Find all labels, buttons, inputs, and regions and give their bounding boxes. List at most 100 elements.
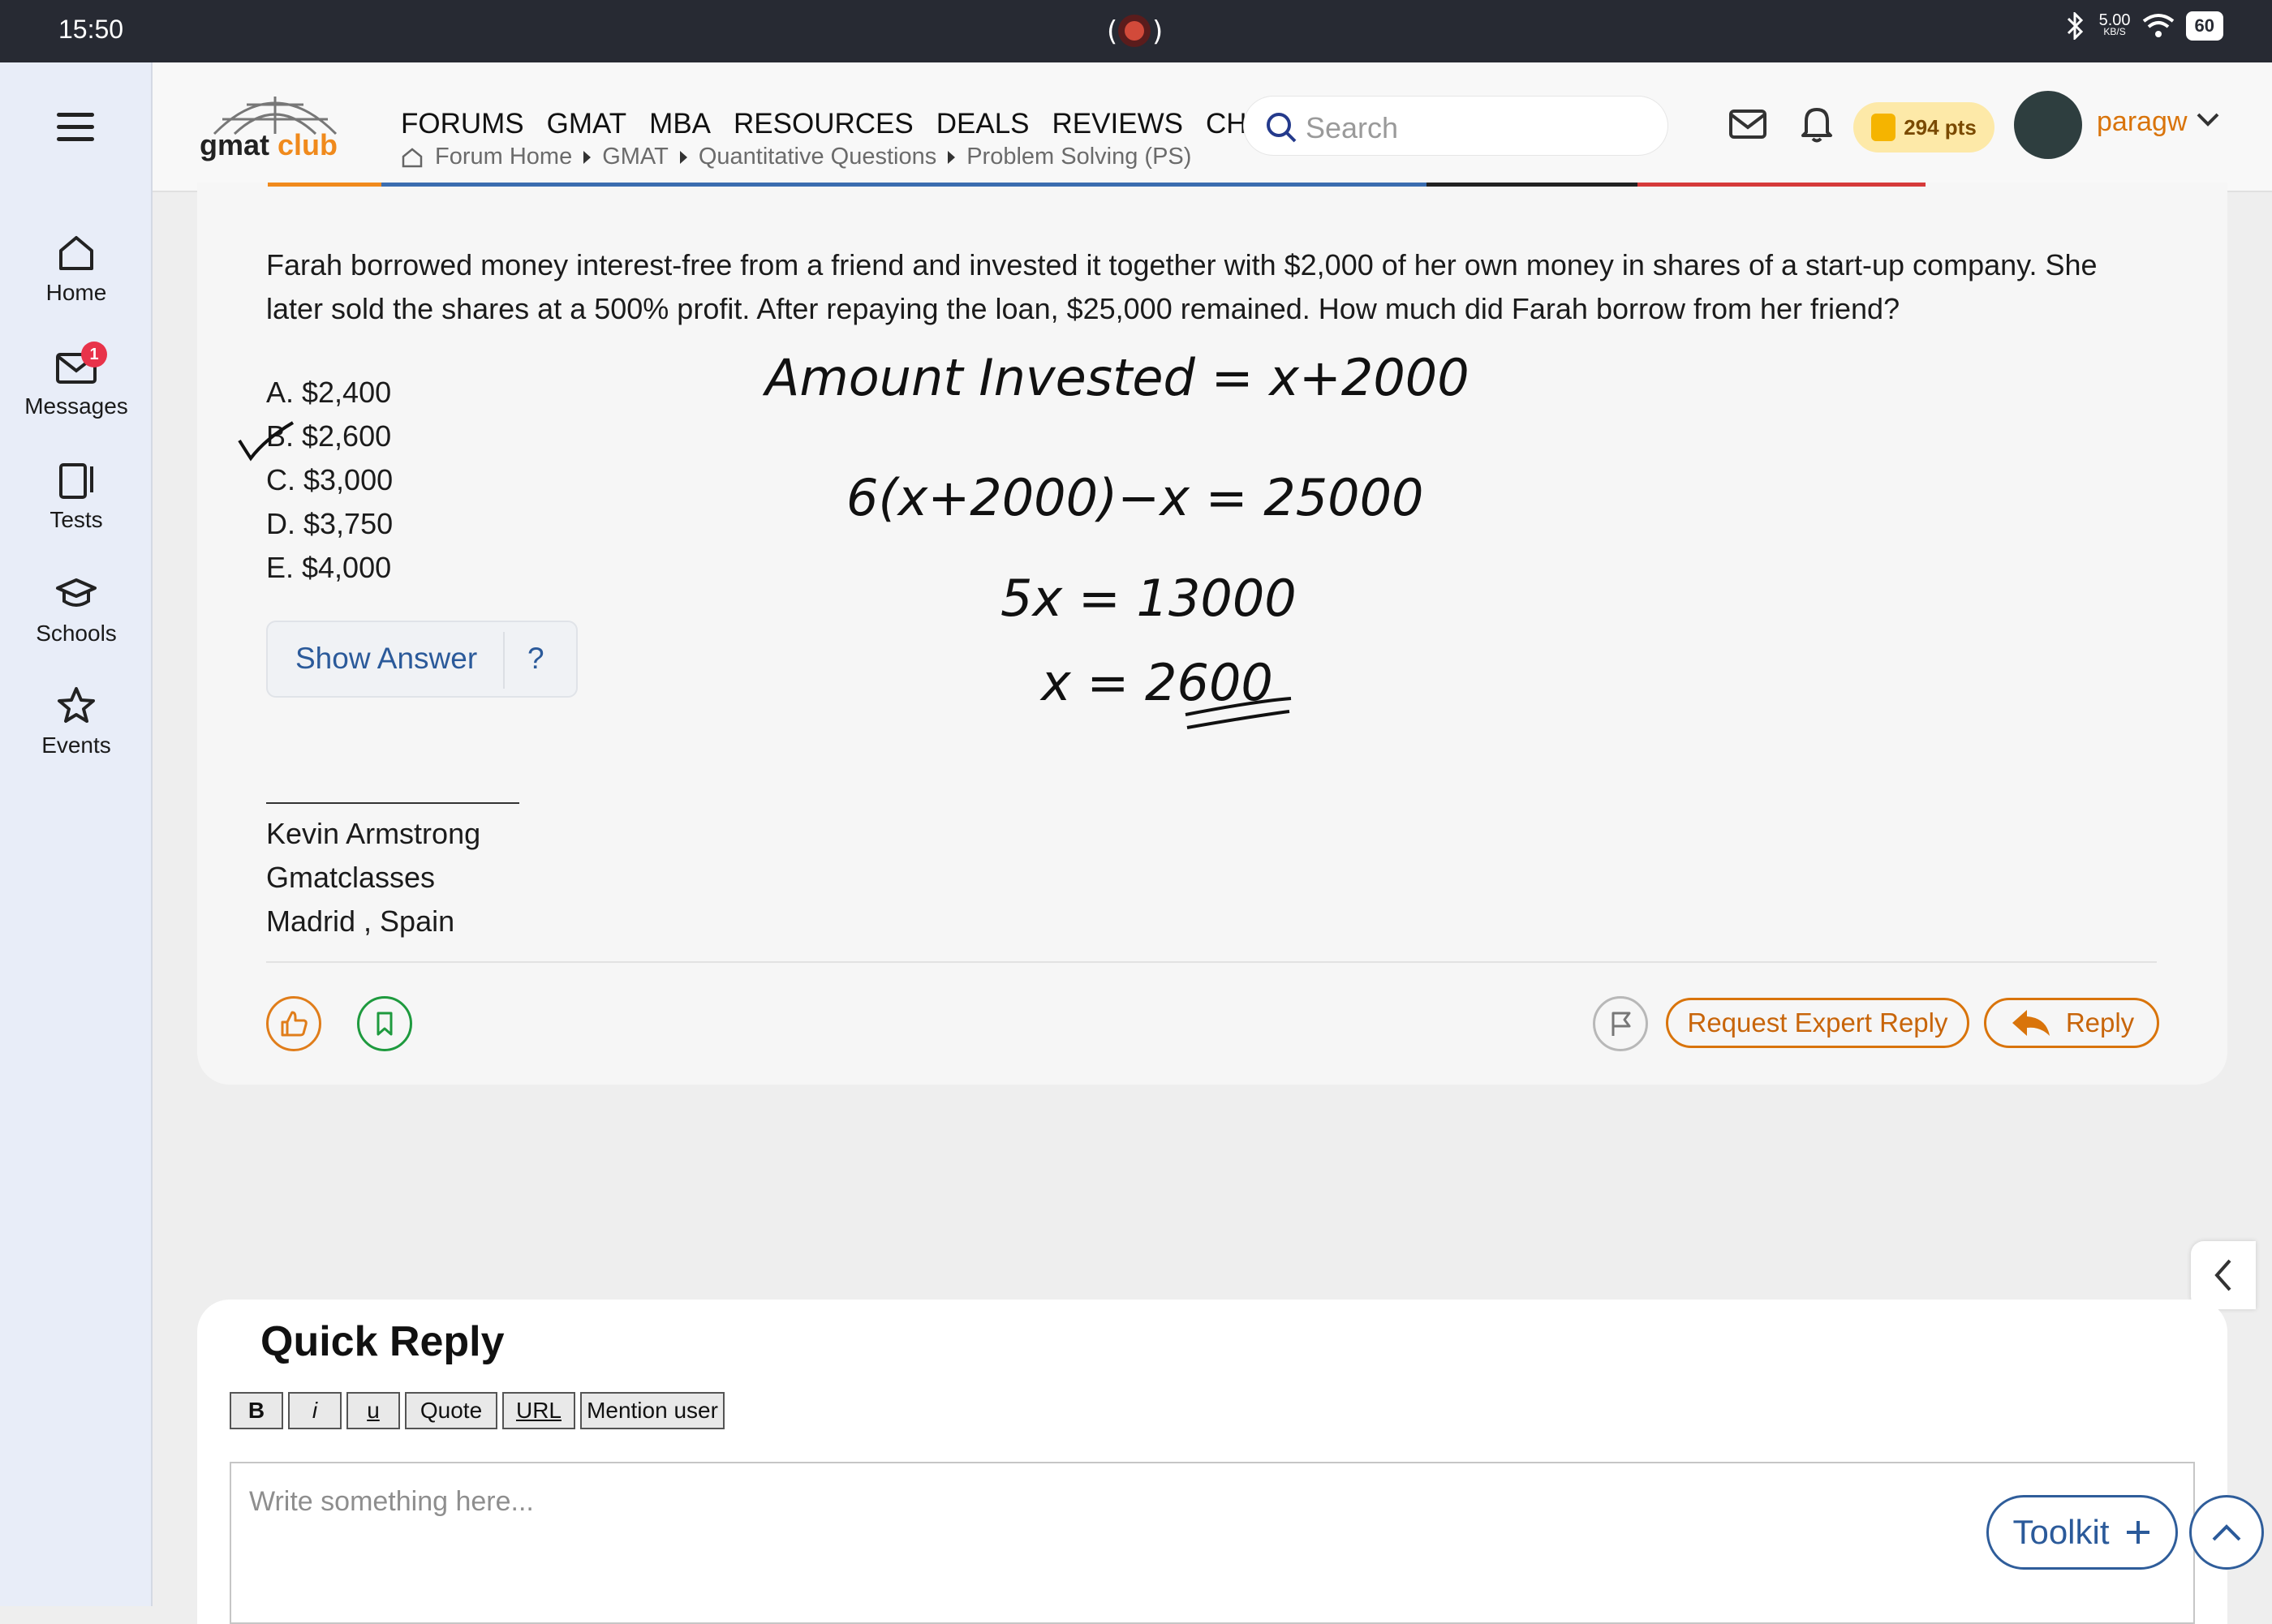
signature-name: Kevin Armstrong <box>266 817 481 850</box>
handwritten-annotation: Amount Invested = x+2000 6(x+2000)−x = 2… <box>238 348 1469 729</box>
test-icon <box>59 463 93 499</box>
avatar[interactable] <box>2014 91 2082 159</box>
breadcrumb-forum-home[interactable]: Forum Home <box>435 144 572 170</box>
gmatclub-logo[interactable]: gmat club <box>198 87 352 168</box>
sidebar-item-events[interactable]: Events <box>0 685 153 758</box>
username[interactable]: paragw <box>2097 106 2188 138</box>
toolkit-button[interactable]: Toolkit <box>1986 1495 2178 1570</box>
side-panel-toggle[interactable] <box>2191 1241 2256 1309</box>
help-button[interactable]: ? <box>527 642 544 676</box>
mail-icon[interactable] <box>1728 108 1767 140</box>
search-icon <box>1267 113 1297 143</box>
unread-badge: 1 <box>81 342 107 367</box>
status-bar: 15:50 ( ) 5.00 KB/S 60 <box>0 0 2272 62</box>
reply-textarea[interactable]: Write something here... <box>230 1462 2195 1624</box>
checkmark-icon <box>238 421 295 462</box>
signature-location: Madrid , Spain <box>266 904 455 938</box>
sidebar-item-home[interactable]: Home <box>0 233 153 306</box>
handwriting-line-3: 5x = 13000 <box>1000 569 1297 628</box>
reply-label: Reply <box>2065 1007 2135 1038</box>
nav-reviews[interactable]: REVIEWS <box>1052 108 1183 140</box>
star-icon <box>58 687 95 723</box>
reply-arrow-icon <box>2012 1010 2050 1036</box>
show-answer-label: Show Answer <box>295 642 478 675</box>
quick-reply-panel: Quick Reply B i u Quote URL Mention user… <box>197 1300 2227 1624</box>
quick-reply-title: Quick Reply <box>260 1318 505 1365</box>
request-expert-reply-button[interactable]: Request Expert Reply <box>1666 998 1969 1048</box>
handwriting-line-2: 6(x+2000)−x = 25000 <box>846 468 1424 527</box>
post-card: Farah borrowed money interest-free from … <box>197 183 2227 1085</box>
signature-company: Gmatclasses <box>266 861 436 894</box>
nav-gmat[interactable]: GMAT <box>547 108 627 140</box>
camera-indicator-icon: ( ) <box>1107 15 1163 48</box>
reply-placeholder: Write something here... <box>249 1486 534 1517</box>
scroll-to-top-button[interactable] <box>2189 1495 2264 1570</box>
breadcrumb-gmat[interactable]: GMAT <box>602 144 669 170</box>
breadcrumb-ps[interactable]: Problem Solving (PS) <box>966 144 1191 170</box>
wifi-icon <box>2142 14 2174 37</box>
handwriting-line-1: Amount Invested = x+2000 <box>762 348 1469 407</box>
nav-deals[interactable]: DEALS <box>936 108 1030 140</box>
sidebar-item-messages[interactable]: 1 Messages <box>0 342 153 419</box>
search-placeholder: Search <box>1306 111 1399 144</box>
handwriting-line-4: x = 2600 <box>1039 653 1273 712</box>
sidebar-item-label: Messages <box>24 393 128 419</box>
nav-forums[interactable]: FORUMS <box>401 108 524 140</box>
bookmark-icon <box>377 1012 393 1036</box>
mention-user-button[interactable]: Mention user <box>580 1392 725 1429</box>
underline-button[interactable]: u <box>346 1392 400 1429</box>
quote-button[interactable]: Quote <box>405 1392 497 1429</box>
svg-text:gmat: gmat <box>200 128 269 161</box>
signature: Kevin Armstrong Gmatclasses Madrid , Spa… <box>266 812 480 943</box>
network-speed: 5.00 KB/S <box>2098 11 2131 37</box>
sidebar-item-label: Home <box>45 280 107 305</box>
nav-mba[interactable]: MBA <box>649 108 711 140</box>
plus-icon <box>2126 1521 2149 1544</box>
like-button[interactable] <box>266 996 321 1051</box>
home-icon[interactable] <box>401 146 424 169</box>
italic-button[interactable]: i <box>288 1392 342 1429</box>
sidebar-item-label: Schools <box>36 621 117 646</box>
nav-resources[interactable]: RESOURCES <box>734 108 914 140</box>
chevron-left-icon <box>2214 1259 2231 1291</box>
graduation-cap-icon <box>56 578 97 607</box>
chevron-up-icon <box>2212 1524 2241 1541</box>
bold-button[interactable]: B <box>230 1392 283 1429</box>
points-badge[interactable]: 294 pts <box>1853 102 1994 153</box>
status-icons: 5.00 KB/S 60 <box>2063 11 2223 41</box>
show-answer-button[interactable]: Show Answer ? <box>266 621 578 698</box>
svg-text:(: ( <box>1107 15 1117 48</box>
main-nav: FORUMS GMAT MBA RESOURCES DEALS REVIEWS … <box>401 108 1281 140</box>
post-footer-divider <box>266 961 2157 963</box>
breadcrumb-quant[interactable]: Quantitative Questions <box>699 144 936 170</box>
reply-button[interactable]: Reply <box>1984 998 2159 1048</box>
editor-toolbar: B i u Quote URL Mention user <box>230 1392 725 1429</box>
battery-indicator: 60 <box>2185 11 2223 41</box>
caret-right-icon <box>679 150 687 164</box>
thumbs-up-icon <box>281 1011 308 1037</box>
top-header: gmat club FORUMS GMAT MBA RESOURCES DEAL… <box>153 62 2272 192</box>
hamburger-menu-icon[interactable] <box>57 113 94 149</box>
search-input[interactable]: Search <box>1244 97 1667 155</box>
sidebar-item-schools[interactable]: Schools <box>0 574 153 647</box>
sidebar-item-label: Tests <box>49 507 103 532</box>
bluetooth-icon <box>2067 12 2083 40</box>
request-expert-label: Request Expert Reply <box>1687 1007 1948 1038</box>
flag-icon <box>1611 1012 1631 1036</box>
caret-right-icon <box>583 150 592 164</box>
url-button[interactable]: URL <box>502 1392 575 1429</box>
breadcrumb: Forum Home GMAT Quantitative Questions P… <box>401 144 1191 170</box>
points-label: 294 pts <box>1904 114 1977 140</box>
left-sidebar: Home 1 Messages Tests Schools Events <box>0 62 153 1606</box>
toolkit-label: Toolkit <box>2012 1513 2110 1551</box>
chevron-down-icon[interactable] <box>2196 111 2220 127</box>
svg-text:club: club <box>278 128 338 161</box>
sidebar-item-label: Events <box>41 733 111 758</box>
bookmark-button[interactable] <box>357 996 412 1051</box>
bell-icon[interactable] <box>1800 105 1834 144</box>
report-button[interactable] <box>1593 996 1648 1051</box>
coin-icon <box>1871 114 1896 141</box>
svg-text:): ) <box>1152 15 1163 48</box>
sidebar-item-tests[interactable]: Tests <box>0 460 153 533</box>
signature-divider <box>266 802 519 804</box>
